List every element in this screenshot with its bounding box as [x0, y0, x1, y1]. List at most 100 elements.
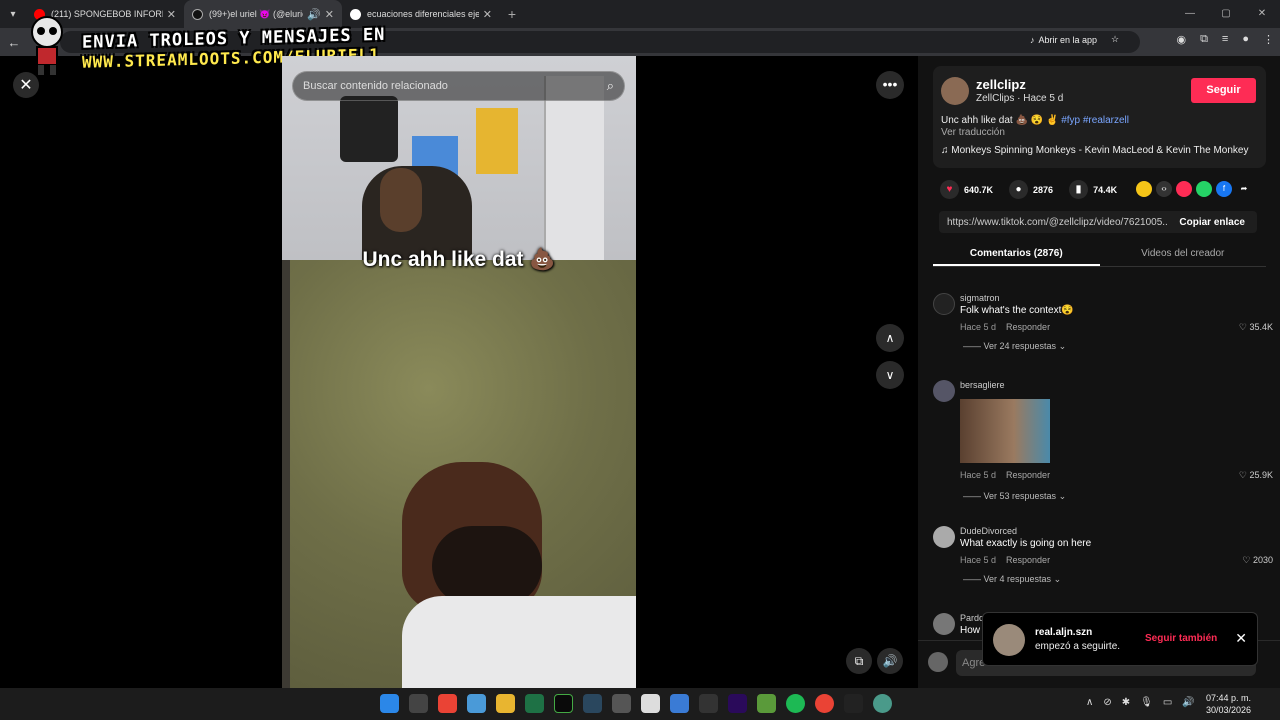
view-replies-button[interactable]: —— Ver 53 respuestas ⌄: [963, 491, 1066, 502]
previous-video-button[interactable]: ∧: [876, 324, 904, 352]
minimize-icon[interactable]: —: [1172, 0, 1208, 28]
chrome-icon[interactable]: [438, 694, 457, 713]
game-icon[interactable]: [757, 694, 776, 713]
globe-icon[interactable]: [873, 694, 892, 713]
comment-like-button[interactable]: ♡ 25.9K: [1239, 470, 1273, 481]
tab-creator-videos[interactable]: Videos del creador: [1100, 243, 1267, 266]
media-icon[interactable]: ≡: [1222, 33, 1228, 46]
comment-avatar[interactable]: [933, 293, 955, 315]
picture-in-picture-button[interactable]: ⧉: [846, 648, 872, 674]
obs-icon[interactable]: [612, 694, 631, 713]
premiere-icon[interactable]: [728, 694, 747, 713]
close-tab-icon[interactable]: ✕: [167, 8, 176, 21]
next-video-button[interactable]: ∨: [876, 361, 904, 389]
profile-icon[interactable]: ●: [1242, 33, 1249, 46]
comment-button[interactable]: ● 2876: [1009, 180, 1053, 199]
mic-icon[interactable]: 🎙: [1140, 697, 1153, 708]
speaker-icon[interactable]: 🔊: [1182, 697, 1194, 708]
comment-like-button[interactable]: ♡ 2030: [1242, 555, 1273, 566]
bookmark-star-icon[interactable]: ☆: [1111, 34, 1119, 45]
save-count: 74.4K: [1093, 184, 1118, 195]
follower-avatar[interactable]: [993, 624, 1025, 656]
comment-item: bersagliere Hace 5 d Responder ♡ 25.9K ——…: [933, 380, 1273, 502]
comment-username[interactable]: bersagliere: [960, 380, 1005, 390]
share-arrow-icon[interactable]: ➦: [1236, 181, 1252, 197]
more-options-button[interactable]: •••: [876, 71, 904, 99]
related-search-bar[interactable]: ⌕: [292, 71, 625, 101]
search-input[interactable]: [303, 80, 607, 92]
network-icon[interactable]: ⊘: [1103, 697, 1111, 708]
notepad-icon[interactable]: [467, 694, 486, 713]
bluetooth-icon[interactable]: ✱: [1122, 697, 1130, 708]
whatsapp-icon[interactable]: [1196, 181, 1212, 197]
view-replies-button[interactable]: —— Ver 4 respuestas ⌄: [963, 574, 1061, 585]
excel-icon[interactable]: [525, 694, 544, 713]
copy-link-button[interactable]: Copiar enlace: [1167, 217, 1257, 228]
comment-username[interactable]: DudeDivorced: [960, 526, 1017, 536]
follow-back-button[interactable]: Seguir también: [1145, 633, 1217, 644]
steam-icon[interactable]: [583, 694, 602, 713]
chrome-profile-icon[interactable]: [815, 694, 834, 713]
search-icon[interactable]: ⌕: [607, 78, 614, 94]
like-button[interactable]: ♥ 640.7K: [940, 180, 993, 199]
start-icon[interactable]: [380, 694, 399, 713]
pen-icon[interactable]: [844, 694, 863, 713]
comment-item: DudeDivorced What exactly is going on he…: [933, 526, 1273, 590]
calculator-icon[interactable]: [641, 694, 660, 713]
reply-button[interactable]: Responder: [1006, 555, 1050, 565]
my-avatar: [928, 652, 948, 672]
hashtag-links[interactable]: #fyp #realarzell: [1061, 115, 1129, 126]
display-icon[interactable]: ▭: [1163, 697, 1172, 708]
reply-button[interactable]: Responder: [1006, 470, 1050, 480]
spotify-icon[interactable]: [786, 694, 805, 713]
tab-title: ecuaciones diferenciales ejercic: [367, 9, 479, 19]
heart-icon: ♥: [940, 180, 959, 199]
terminal-icon[interactable]: [554, 694, 573, 713]
menu-icon[interactable]: ⋮: [1263, 33, 1274, 46]
creator-username[interactable]: zellclipz: [976, 77, 1026, 92]
app-icon[interactable]: [409, 694, 428, 713]
close-video-button[interactable]: ✕: [13, 72, 39, 98]
close-tab-icon[interactable]: ✕: [325, 8, 334, 21]
save-button[interactable]: ▮ 74.4K: [1069, 180, 1117, 199]
comment-image[interactable]: [960, 399, 1050, 463]
repost-icon[interactable]: [1136, 181, 1152, 197]
mute-tab-icon[interactable]: 🔊: [307, 8, 321, 21]
system-clock[interactable]: 07:44 p. m. 30/03/2026: [1206, 692, 1251, 716]
comment-avatar[interactable]: [933, 526, 955, 548]
comment-avatar[interactable]: [933, 380, 955, 402]
video-player[interactable]: [282, 56, 636, 688]
comment-like-button[interactable]: ♡ 35.4K: [1239, 322, 1273, 333]
share-url[interactable]: https://www.tiktok.com/@zellclipz/video/…: [947, 217, 1167, 228]
tab-comments[interactable]: Comentarios (2876): [933, 243, 1100, 266]
close-window-icon[interactable]: ✕: [1244, 0, 1280, 28]
caption-text: Unc ahh like dat 💩 😵 ✌: [941, 115, 1059, 126]
facebook-icon[interactable]: f: [1216, 181, 1232, 197]
translate-link[interactable]: Ver traducción: [941, 127, 1005, 138]
send-icon[interactable]: [1176, 181, 1192, 197]
creator-avatar[interactable]: [941, 77, 969, 105]
chevron-up-icon[interactable]: ∧: [1086, 697, 1093, 708]
embed-icon[interactable]: ‹›: [1156, 181, 1172, 197]
music-row[interactable]: ♫ Monkeys Spinning Monkeys - Kevin MacLe…: [941, 145, 1248, 156]
reply-button[interactable]: Responder: [1006, 322, 1050, 332]
close-tab-icon[interactable]: ✕: [483, 8, 492, 21]
volume-button[interactable]: 🔊: [877, 648, 903, 674]
capcut-icon[interactable]: [699, 694, 718, 713]
comment-username[interactable]: Pardo: [960, 613, 984, 623]
maximize-icon[interactable]: ▢: [1208, 0, 1244, 28]
close-toast-icon[interactable]: ✕: [1235, 630, 1247, 647]
puzzle-icon[interactable]: ⧉: [1200, 33, 1208, 46]
comment-username[interactable]: sigmatron: [960, 293, 1000, 303]
comment-avatar[interactable]: [933, 613, 955, 635]
folder-icon[interactable]: [496, 694, 515, 713]
follower-name[interactable]: real.aljn.szn: [1035, 627, 1092, 638]
google-icon: [350, 8, 361, 20]
open-in-app-button[interactable]: ♪ Abrir en la app ☆: [1030, 34, 1119, 45]
extension-icon[interactable]: ◉: [1176, 33, 1186, 46]
photos-icon[interactable]: [670, 694, 689, 713]
browser-tab-active[interactable]: (99+)el uriel 😈 (@eluriel0... 🔊 ✕: [184, 0, 342, 28]
follow-button[interactable]: Seguir: [1191, 78, 1256, 103]
new-tab-button[interactable]: +: [500, 6, 524, 22]
view-replies-button[interactable]: —— Ver 24 respuestas ⌄: [963, 341, 1066, 352]
